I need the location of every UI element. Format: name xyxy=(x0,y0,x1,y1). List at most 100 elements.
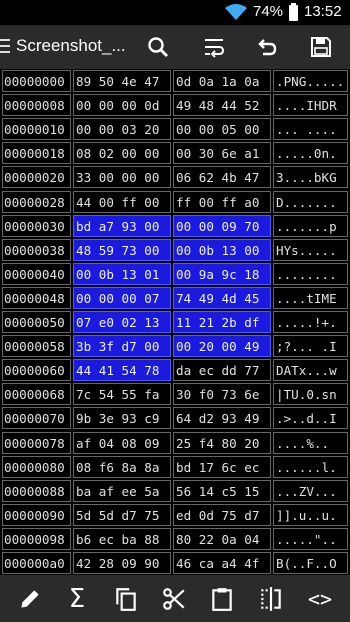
hex-row[interactable]: 00000030 bd a7 93 00 00 00 09 70 .......p xyxy=(0,214,350,239)
ascii-cell[interactable]: .PNG..... xyxy=(273,70,348,92)
hex-row[interactable]: 00000050 07 e0 02 13 11 21 2b df .....!+. xyxy=(0,311,350,335)
hex-row[interactable]: 00000018 08 02 00 00 00 30 6e a1 .....0n. xyxy=(0,142,350,166)
hex-group-1[interactable]: 00 00 00 07 xyxy=(73,286,171,309)
ascii-cell[interactable]: HYs..... xyxy=(273,238,348,261)
copy-icon[interactable] xyxy=(110,584,142,614)
hex-group-2[interactable]: bd 17 6c ec xyxy=(173,455,271,478)
hex-group-2[interactable]: 00 20 00 49 xyxy=(173,335,271,358)
code-icon[interactable]: <> xyxy=(304,584,336,614)
address-cell: 00000030 xyxy=(2,214,71,237)
hex-row[interactable]: 000000a0 42 28 09 90 46 ca a4 4f B(..F..O xyxy=(0,552,350,576)
hex-row[interactable]: 00000028 44 00 ff 00 ff 00 ff a0 D....... xyxy=(0,190,350,215)
hex-row[interactable]: 00000078 af 04 08 09 25 f4 80 20....%.. xyxy=(0,431,350,456)
search-icon[interactable] xyxy=(143,33,173,61)
ascii-cell[interactable]: DATx...w xyxy=(273,359,348,382)
hex-group-2[interactable]: ff 00 ff a0 xyxy=(173,190,271,213)
hex-row[interactable]: 00000080 08 f6 8a 8a bd 17 6c ec ......l. xyxy=(0,455,350,480)
hex-group-1[interactable]: 00 0b 13 01 xyxy=(73,262,171,285)
hex-row[interactable]: 00000060 44 41 54 78 da ec dd 77 DATx...w xyxy=(0,359,350,383)
split-icon[interactable] xyxy=(255,584,287,614)
hex-group-1[interactable]: af 04 08 09 xyxy=(73,431,171,454)
hex-group-2[interactable]: 64 d2 93 49 xyxy=(173,407,271,430)
menu-icon[interactable] xyxy=(0,39,10,53)
hex-group-2[interactable]: 00 00 09 70 xyxy=(173,214,271,237)
ascii-cell[interactable]: D....... xyxy=(273,190,348,213)
bottom-toolbar: Σ <> xyxy=(0,575,350,622)
hex-group-1[interactable]: 44 41 54 78 xyxy=(73,359,171,382)
hex-group-2[interactable]: 11 21 2b df xyxy=(173,311,271,333)
hex-row[interactable]: 00000038 48 59 73 00 00 0b 13 00 HYs..... xyxy=(0,238,350,263)
hex-row[interactable]: 00000090 5d 5d d7 75 ed 0d 75 d7]].u..u. xyxy=(0,503,350,528)
hex-group-1[interactable]: bd a7 93 00 xyxy=(73,214,171,237)
ascii-cell[interactable]: .....!+. xyxy=(273,311,348,333)
hex-group-2[interactable]: 0d 0a 1a 0a xyxy=(173,70,271,92)
ascii-cell[interactable]: |TU.0.sn xyxy=(273,383,348,406)
hex-group-2[interactable]: 00 9a 9c 18 xyxy=(173,262,271,285)
pencil-icon[interactable] xyxy=(14,584,46,614)
ascii-cell[interactable]: .>..d..I xyxy=(273,407,348,430)
hex-group-1[interactable]: b6 ec ba 88 xyxy=(73,527,171,550)
ascii-cell[interactable]: ....tIME xyxy=(273,286,348,309)
ascii-cell[interactable]: B(..F..O xyxy=(273,552,348,574)
hex-row[interactable]: 00000070 9b 3e 93 c9 64 d2 93 49 .>..d..I xyxy=(0,407,350,431)
save-icon[interactable] xyxy=(306,33,336,61)
hex-group-2[interactable]: 56 14 c5 15 xyxy=(173,479,271,502)
hex-group-1[interactable]: 5d 5d d7 75 xyxy=(73,503,171,526)
wrap-lines-icon[interactable] xyxy=(199,33,229,61)
hex-row[interactable]: 00000020 33 00 00 00 06 62 4b 47 3....bKG xyxy=(0,166,350,190)
hex-group-1[interactable]: 08 02 00 00 xyxy=(73,142,171,165)
hex-editor[interactable]: 00000000 89 50 4e 47 0d 0a 1a 0a .PNG..... 0… xyxy=(0,69,350,575)
cut-icon[interactable] xyxy=(158,584,190,614)
hex-row[interactable]: 00000000 89 50 4e 47 0d 0a 1a 0a .PNG..... xyxy=(0,70,350,94)
hex-group-1[interactable]: 3b 3f d7 00 xyxy=(73,335,171,358)
hex-row[interactable]: 00000098 b6 ec ba 88 80 22 0a 04 .....".. xyxy=(0,527,350,552)
ascii-cell[interactable]: 3....bKG xyxy=(273,166,348,189)
hex-group-1[interactable]: 7c 54 55 fa xyxy=(73,383,171,406)
hex-group-1[interactable]: 07 e0 02 13 xyxy=(73,311,171,333)
hex-group-2[interactable]: 49 48 44 52 xyxy=(173,94,271,117)
hex-group-2[interactable]: da ec dd 77 xyxy=(173,359,271,382)
ascii-cell[interactable]: .....0n. xyxy=(273,142,348,165)
undo-icon[interactable] xyxy=(252,33,282,61)
sigma-icon[interactable]: Σ xyxy=(61,584,93,614)
ascii-cell[interactable]: ....IHDR xyxy=(273,94,348,117)
hex-group-1[interactable]: ba af ee 5a xyxy=(73,479,171,502)
paste-icon[interactable] xyxy=(206,584,238,614)
hex-row[interactable]: 00000010 00 00 03 20 00 00 05 00... .... xyxy=(0,118,350,142)
hex-group-2[interactable]: 06 62 4b 47 xyxy=(173,166,271,189)
hex-row[interactable]: 00000048 00 00 00 07 74 49 4d 45 ....tIME xyxy=(0,286,350,311)
battery-icon xyxy=(289,3,298,21)
hex-group-1[interactable]: 33 00 00 00 xyxy=(73,166,171,189)
ascii-cell[interactable]: ...ZV... xyxy=(273,479,348,502)
ascii-cell[interactable]: ........ xyxy=(273,262,348,285)
hex-group-2[interactable]: 46 ca a4 4f xyxy=(173,552,271,574)
ascii-cell[interactable]: ....%.. xyxy=(273,431,348,454)
hex-row[interactable]: 00000088 ba af ee 5a 56 14 c5 15 ...ZV... xyxy=(0,479,350,504)
hex-group-1[interactable]: 9b 3e 93 c9 xyxy=(73,407,171,430)
hex-group-2[interactable]: 30 f0 73 6e xyxy=(173,383,271,406)
hex-group-1[interactable]: 08 f6 8a 8a xyxy=(73,455,171,478)
hex-group-2[interactable]: 00 30 6e a1 xyxy=(173,142,271,165)
hex-group-2[interactable]: 25 f4 80 20 xyxy=(173,431,271,454)
hex-group-1[interactable]: 00 00 03 20 xyxy=(73,118,171,141)
ascii-cell[interactable]: ... .... xyxy=(273,118,348,141)
hex-row[interactable]: 00000068 7c 54 55 fa 30 f0 73 6e |TU.0.sn xyxy=(0,383,350,407)
hex-group-2[interactable]: 74 49 4d 45 xyxy=(173,286,271,309)
hex-group-2[interactable]: 00 00 05 00 xyxy=(173,118,271,141)
hex-group-1[interactable]: 44 00 ff 00 xyxy=(73,190,171,213)
hex-group-1[interactable]: 00 00 00 0d xyxy=(73,94,171,117)
hex-group-1[interactable]: 42 28 09 90 xyxy=(73,552,171,574)
hex-group-2[interactable]: 00 0b 13 00 xyxy=(173,238,271,261)
hex-group-2[interactable]: 80 22 0a 04 xyxy=(173,527,271,550)
hex-row[interactable]: 00000008 00 00 00 0d 49 48 44 52 ....IHDR xyxy=(0,94,350,118)
ascii-cell[interactable]: ;?... .I xyxy=(273,335,348,358)
hex-row[interactable]: 00000040 00 0b 13 01 00 9a 9c 18........ xyxy=(0,262,350,287)
hex-row[interactable]: 00000058 3b 3f d7 00 00 20 00 49;?... .I xyxy=(0,335,350,359)
ascii-cell[interactable]: .....".. xyxy=(273,527,348,550)
ascii-cell[interactable]: ......l. xyxy=(273,455,348,478)
hex-group-1[interactable]: 89 50 4e 47 xyxy=(73,70,171,92)
hex-group-1[interactable]: 48 59 73 00 xyxy=(73,238,171,261)
ascii-cell[interactable]: ]].u..u. xyxy=(273,503,348,526)
hex-group-2[interactable]: ed 0d 75 d7 xyxy=(173,503,271,526)
ascii-cell[interactable]: .......p xyxy=(273,214,348,237)
